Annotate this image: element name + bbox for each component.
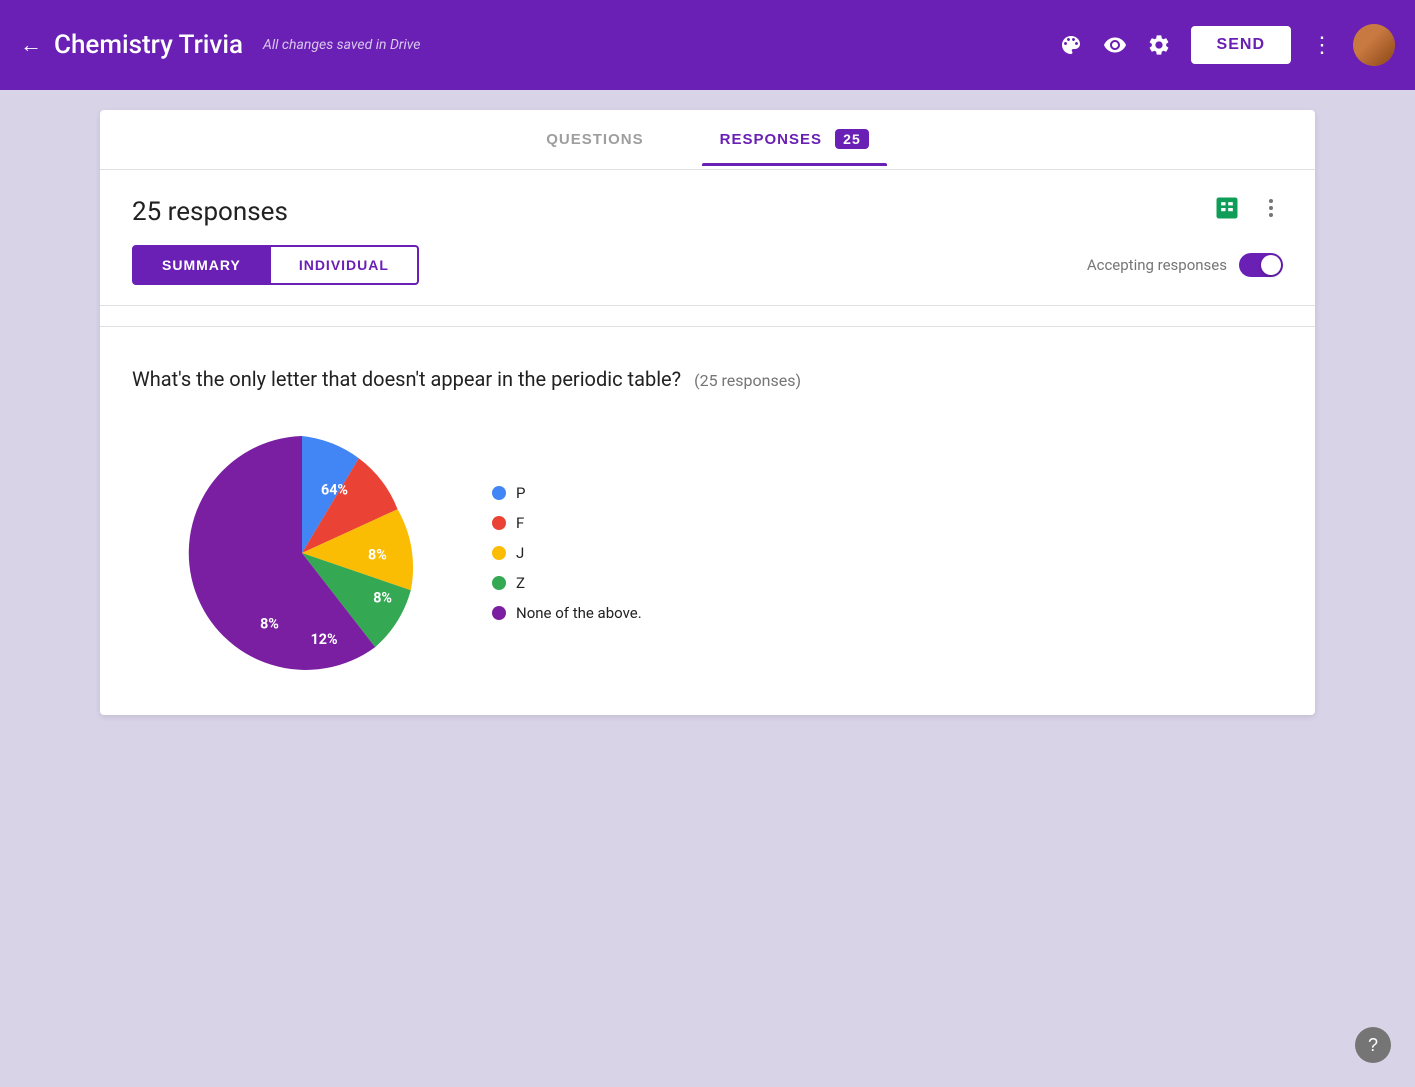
palette-icon (1059, 33, 1083, 57)
legend-item-p: P (492, 484, 642, 502)
legend-dot-z (492, 576, 506, 590)
legend-dot-none (492, 606, 506, 620)
responses-more-button[interactable] (1259, 196, 1283, 227)
pie-chart: 64% 8% 8% 12% 8% (172, 423, 432, 683)
header: ← Chemistry Trivia All changes saved in … (0, 0, 1415, 90)
avatar[interactable] (1353, 24, 1395, 66)
main-tabs: QUESTIONS RESPONSES 25 (100, 110, 1315, 170)
chart-legend: P F J Z None (492, 484, 642, 622)
legend-label-z: Z (516, 574, 525, 592)
palette-icon-button[interactable] (1059, 33, 1083, 57)
pie-label-j: 12% (311, 632, 338, 648)
responses-header: 25 responses (100, 170, 1315, 245)
legend-label-p: P (516, 484, 525, 502)
avatar-image (1353, 24, 1395, 66)
sheets-icon (1213, 194, 1241, 222)
legend-label-none: None of the above. (516, 604, 642, 622)
response-count-badge: 25 (835, 129, 869, 149)
help-button[interactable]: ? (1355, 1027, 1391, 1063)
legend-item-j: J (492, 544, 642, 562)
question-content: What's the only letter that doesn't appe… (132, 367, 681, 391)
tab-questions[interactable]: QUESTIONS (538, 113, 651, 166)
gear-icon (1147, 33, 1171, 57)
header-right: SEND ⋮ (1059, 24, 1395, 66)
legend-dot-p (492, 486, 506, 500)
summary-tab[interactable]: SUMMARY (132, 245, 271, 285)
pie-label-z: 8% (260, 616, 279, 632)
question-text: What's the only letter that doesn't appe… (132, 367, 1283, 391)
more-options-button[interactable]: ⋮ (1311, 32, 1333, 58)
eye-icon (1103, 33, 1127, 57)
spacer (100, 306, 1315, 326)
pie-label-none: 64% (321, 483, 348, 499)
header-left: ← Chemistry Trivia All changes saved in … (20, 30, 1043, 60)
legend-dot-j (492, 546, 506, 560)
preview-icon-button[interactable] (1103, 33, 1127, 57)
view-tabs: SUMMARY INDIVIDUAL (132, 245, 419, 285)
individual-tab[interactable]: INDIVIDUAL (271, 245, 419, 285)
tab-responses[interactable]: RESPONSES 25 (712, 113, 877, 166)
pie-label-p: 8% (368, 548, 387, 564)
app-title: Chemistry Trivia (54, 30, 243, 60)
legend-dot-f (492, 516, 506, 530)
accepting-label: Accepting responses (1087, 256, 1227, 274)
pie-label-f: 8% (373, 590, 392, 606)
responses-count: 25 responses (132, 197, 288, 227)
legend-item-none: None of the above. (492, 604, 642, 622)
chart-area: 64% 8% 8% 12% 8% P F (132, 423, 1283, 683)
tab-responses-label: RESPONSES (720, 131, 822, 148)
form-card: QUESTIONS RESPONSES 25 25 responses (100, 110, 1315, 715)
main-background: QUESTIONS RESPONSES 25 25 responses (0, 90, 1415, 1087)
pie-chart-svg: 64% 8% 8% 12% 8% (172, 423, 432, 683)
sheets-export-button[interactable] (1213, 194, 1241, 229)
saved-status: All changes saved in Drive (263, 37, 420, 53)
question-response-count: (25 responses) (694, 371, 801, 390)
legend-label-j: J (516, 544, 524, 562)
send-button[interactable]: SEND (1191, 26, 1291, 64)
legend-item-z: Z (492, 574, 642, 592)
settings-icon-button[interactable] (1147, 33, 1171, 57)
question-section: What's the only letter that doesn't appe… (100, 327, 1315, 715)
back-button[interactable]: ← (20, 32, 42, 58)
legend-label-f: F (516, 514, 524, 532)
legend-item-f: F (492, 514, 642, 532)
accepting-toggle[interactable] (1239, 253, 1283, 277)
more-vertical-icon (1259, 196, 1283, 220)
accepting-row: Accepting responses (1087, 253, 1283, 277)
responses-actions (1213, 194, 1283, 229)
view-controls: SUMMARY INDIVIDUAL Accepting responses (100, 245, 1315, 305)
